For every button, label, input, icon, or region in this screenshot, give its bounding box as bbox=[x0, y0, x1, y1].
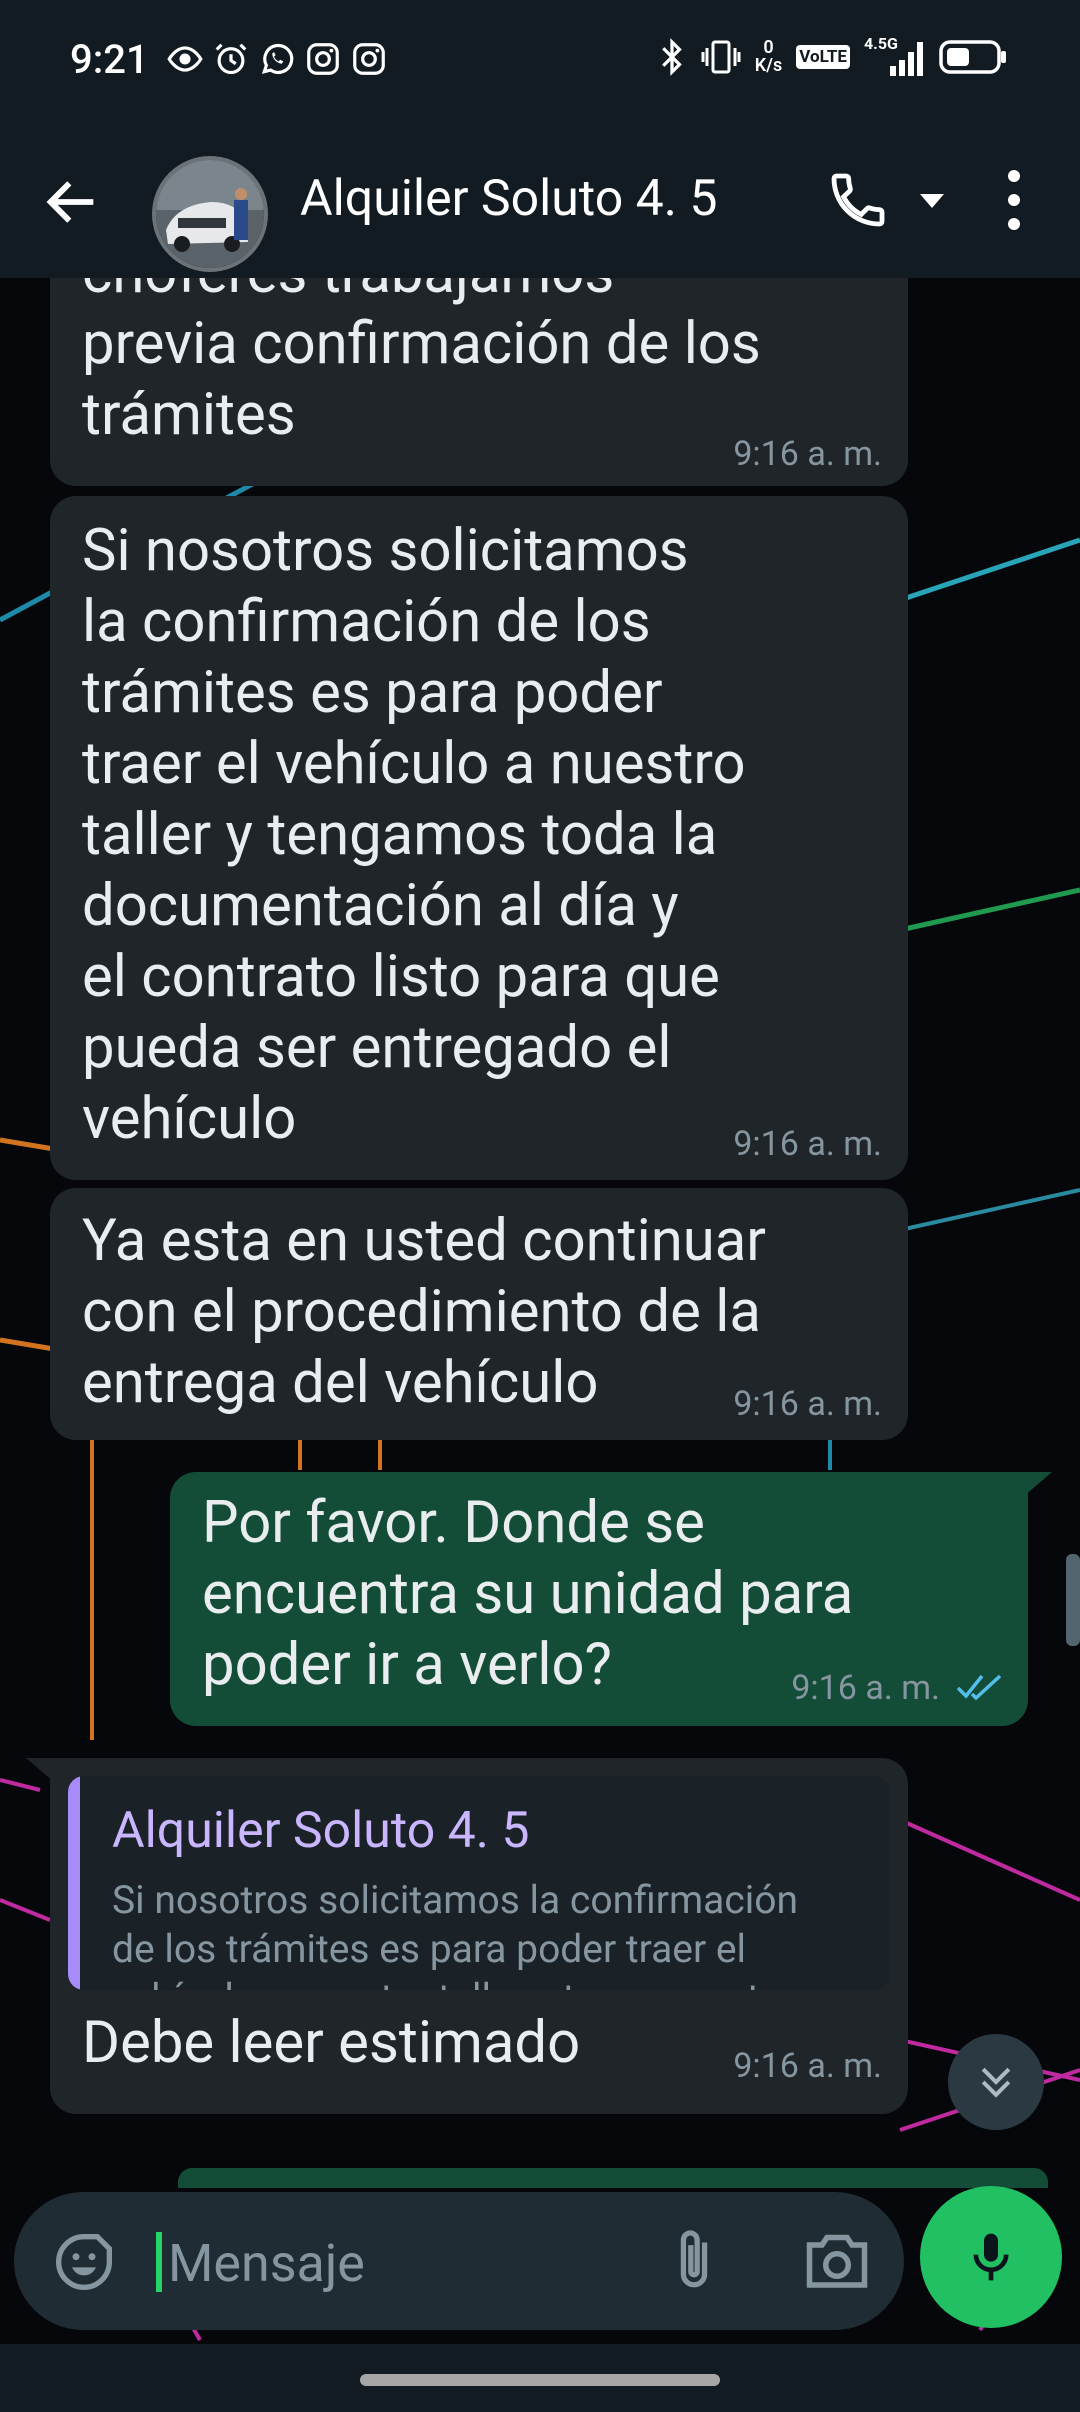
quoted-message[interactable]: Alquiler Soluto 4. 5 Si nosotros solicit… bbox=[68, 1776, 890, 1990]
vibrate-icon bbox=[701, 40, 741, 74]
battery-icon bbox=[939, 40, 1006, 74]
message-list[interactable]: choferes trabajamos previa confirmación … bbox=[0, 238, 1080, 2188]
contact-name[interactable]: Alquiler Soluto 4. 5 bbox=[300, 170, 717, 228]
system-status-icons: 0 K/s VoLTE 4.5G bbox=[657, 34, 1008, 78]
quoted-sender: Alquiler Soluto 4. 5 bbox=[112, 1802, 530, 1860]
message-composer bbox=[14, 2192, 904, 2330]
whatsapp-icon bbox=[258, 40, 296, 78]
navigation-bar bbox=[0, 2344, 1080, 2412]
message-bubble-outgoing[interactable] bbox=[178, 2168, 1048, 2188]
scrollbar-thumb[interactable] bbox=[1066, 1554, 1080, 1646]
mic-button[interactable] bbox=[920, 2186, 1062, 2328]
text-cursor bbox=[156, 2232, 162, 2292]
message-bubble-incoming[interactable]: Si nosotros solicitamos la confirmación … bbox=[50, 496, 908, 1180]
bluetooth-icon bbox=[661, 38, 682, 76]
camera-icon[interactable] bbox=[802, 2228, 872, 2292]
read-receipt-icon bbox=[956, 1674, 1002, 1701]
bubble-tail bbox=[1024, 1472, 1052, 1496]
signal-indicator: 4.5G bbox=[864, 34, 924, 78]
emoji-icon[interactable] bbox=[52, 2230, 116, 2294]
attach-icon[interactable] bbox=[662, 2224, 726, 2298]
quote-accent-bar bbox=[68, 1776, 80, 1990]
instagram-icon bbox=[304, 40, 342, 78]
chevron-down-icon[interactable] bbox=[918, 190, 946, 214]
scroll-to-bottom-button[interactable] bbox=[948, 2034, 1044, 2130]
message-time: 9:16 a. m. bbox=[733, 1384, 882, 1424]
notification-icons bbox=[166, 40, 388, 78]
status-bar: 9:21 0 K/s VoLTE 4.5G bbox=[0, 0, 1080, 120]
mic-icon bbox=[973, 2233, 1009, 2281]
status-time: 9:21 bbox=[70, 36, 149, 83]
quoted-text: Si nosotros solicitamos la confirmación … bbox=[112, 1877, 799, 1990]
message-text: Debe leer estimado bbox=[82, 2009, 581, 2077]
home-gesture-handle[interactable] bbox=[360, 2374, 720, 2386]
eye-icon bbox=[166, 40, 204, 78]
double-chevron-down-icon bbox=[981, 2067, 1011, 2098]
signal-icon bbox=[890, 42, 923, 76]
message-time: 9:16 a. m. bbox=[733, 1124, 882, 1164]
message-text: Si nosotros solicitamos la confirmación … bbox=[82, 517, 746, 1153]
message-input[interactable] bbox=[166, 2222, 610, 2304]
phone-icon[interactable] bbox=[826, 168, 890, 232]
volte-badge: VoLTE bbox=[796, 45, 850, 69]
more-vert-icon[interactable] bbox=[998, 164, 1030, 236]
message-bubble-incoming[interactable]: Ya esta en usted continuar con el proced… bbox=[50, 1188, 908, 1440]
message-bubble-incoming[interactable]: Alquiler Soluto 4. 5 Si nosotros solicit… bbox=[50, 1758, 908, 2114]
message-bubble-outgoing[interactable]: Por favor. Donde se encuentra su unidad … bbox=[170, 1472, 1028, 1726]
chat-header: Alquiler Soluto 4. 5 bbox=[0, 120, 1080, 278]
alarm-icon bbox=[212, 40, 250, 78]
message-time: 9:16 a. m. bbox=[733, 2046, 882, 2086]
net-speed: 0 K/s bbox=[754, 37, 783, 76]
message-time: 9:16 a. m. bbox=[733, 434, 882, 474]
message-time: 9:16 a. m. bbox=[791, 1668, 940, 1708]
instagram-icon bbox=[350, 40, 388, 78]
avatar[interactable] bbox=[152, 156, 268, 272]
back-arrow-icon[interactable] bbox=[40, 170, 104, 234]
